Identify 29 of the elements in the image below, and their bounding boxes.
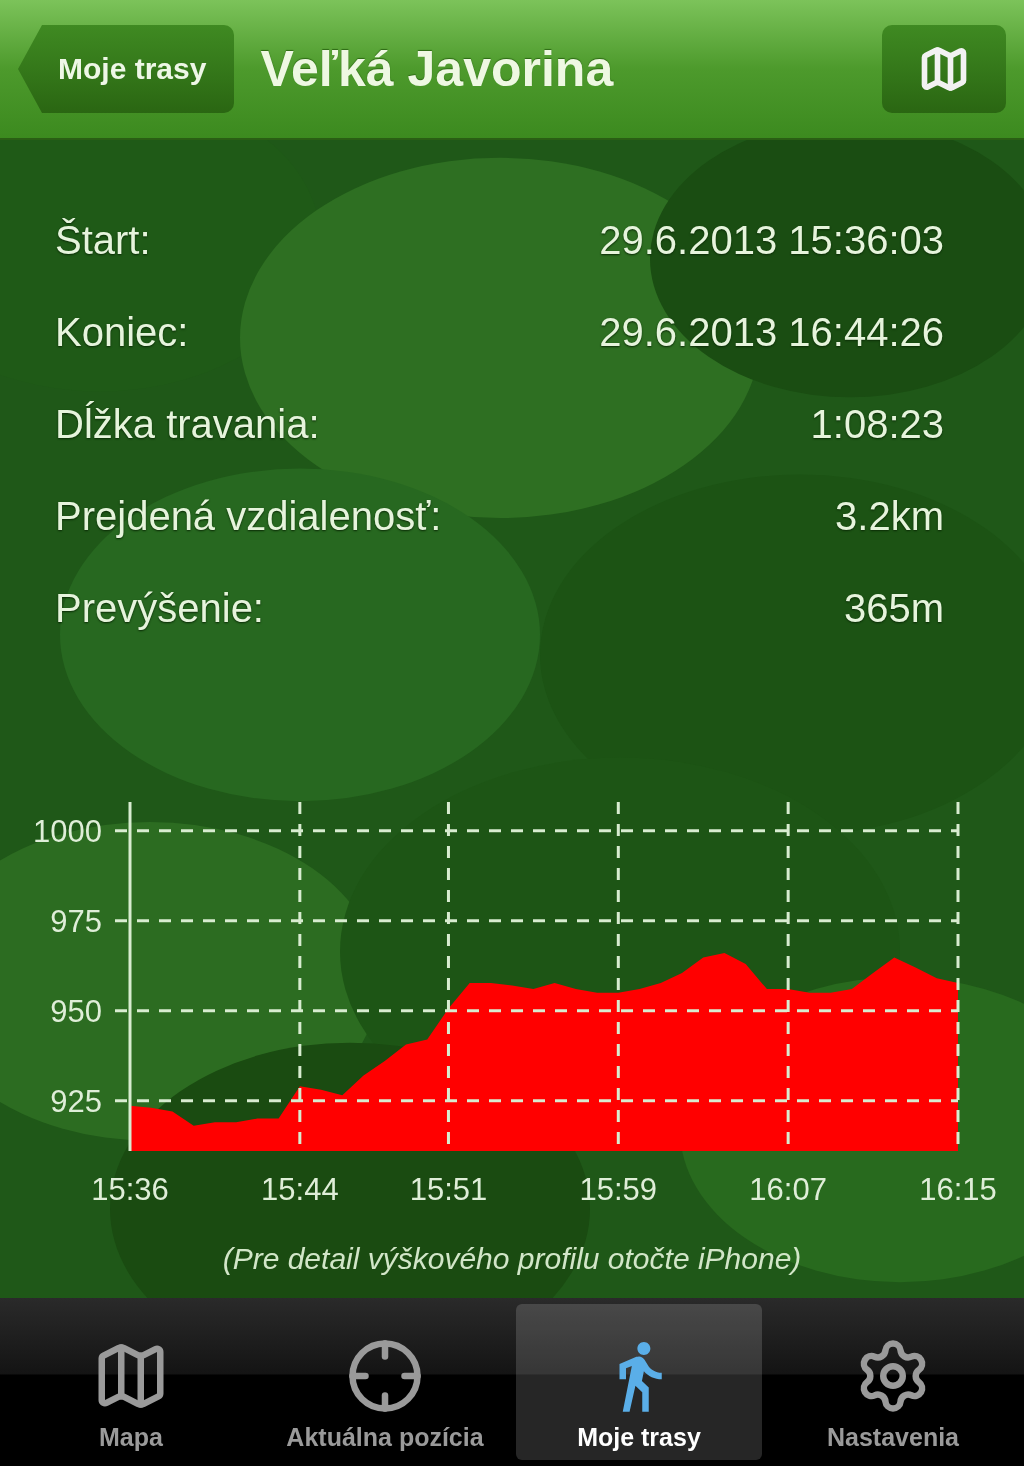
- stat-value: 3.2km: [835, 493, 944, 539]
- back-button[interactable]: Moje trasy: [18, 25, 235, 113]
- stat-label: Štart:: [55, 217, 151, 263]
- screen-title: Veľká Javorina: [260, 40, 615, 98]
- stat-label: Dĺžka travania:: [55, 401, 320, 447]
- x-tick-label: 15:59: [579, 1172, 658, 1207]
- x-tick-label: 16:07: [749, 1172, 827, 1207]
- x-tick-label: 15:36: [91, 1172, 169, 1207]
- y-tick-label: 975: [50, 903, 102, 939]
- stat-label: Prevýšenie:: [55, 585, 264, 631]
- tab[interactable]: Aktuálna pozícia: [262, 1304, 508, 1460]
- stat-value: 29.6.2013 15:36:03: [599, 217, 944, 263]
- map-button[interactable]: [882, 25, 1006, 113]
- crosshair-icon: [346, 1337, 424, 1415]
- stat-value: 1:08:23: [810, 401, 944, 447]
- tab[interactable]: Nastavenia: [770, 1304, 1016, 1460]
- stat-label: Prejdená vzdialenosť:: [55, 493, 442, 539]
- tab[interactable]: Mapa: [8, 1304, 254, 1460]
- y-tick-label: 950: [50, 993, 102, 1029]
- tab[interactable]: Moje trasy: [516, 1304, 762, 1460]
- x-tick-label: 15:51: [409, 1172, 488, 1207]
- stat-value: 365m: [843, 585, 944, 631]
- stat-label: Koniec:: [55, 309, 189, 355]
- x-tick-label: 16:15: [919, 1172, 997, 1207]
- y-tick-label: 1000: [33, 813, 102, 849]
- x-tick-label: 15:44: [261, 1172, 339, 1207]
- y-tick-label: 925: [50, 1083, 102, 1119]
- chart-caption: (Pre detail výškového profilu otočte iPhone): [221, 1242, 803, 1276]
- stat-value: 29.6.2013 16:44:26: [599, 309, 944, 355]
